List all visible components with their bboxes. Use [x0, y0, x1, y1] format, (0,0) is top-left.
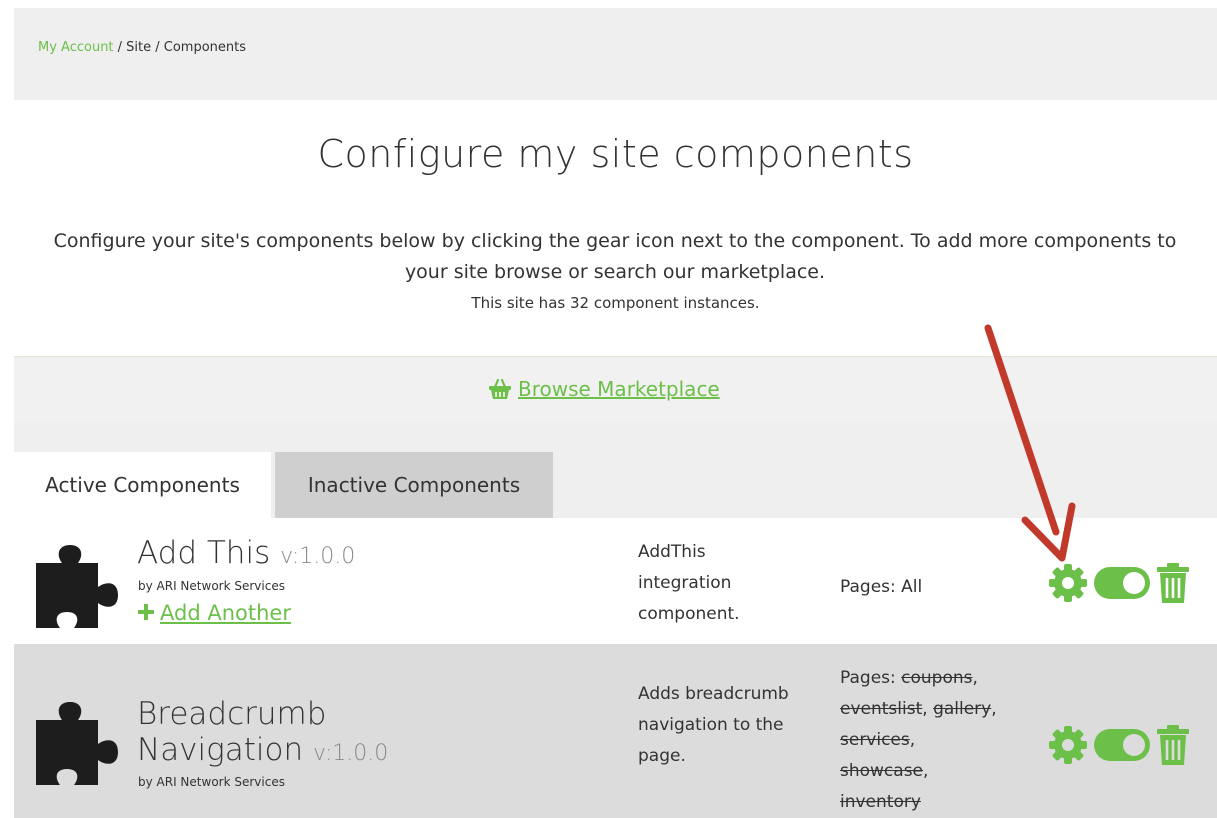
- component-name: Breadcrumb Navigation v:1.0.0: [137, 696, 389, 768]
- trash-icon[interactable]: [1155, 724, 1191, 770]
- add-another-button[interactable]: Add Another: [138, 601, 291, 625]
- tab-inactive-components[interactable]: Inactive Components: [275, 452, 553, 518]
- toggle-switch[interactable]: [1093, 565, 1151, 605]
- component-actions: [1047, 724, 1191, 770]
- component-pages: Pages: coupons, eventslist, gallery, ser…: [840, 668, 997, 812]
- page-link[interactable]: coupons: [901, 668, 972, 688]
- component-version: v:1.0.0: [280, 544, 356, 569]
- puzzle-piece-icon: [36, 543, 128, 632]
- breadcrumb-my-account-link[interactable]: My Account: [38, 40, 114, 55]
- page-title: Configure my site components: [317, 132, 914, 176]
- toggle-switch[interactable]: [1093, 727, 1151, 767]
- breadcrumb: My Account / Site / Components: [38, 40, 246, 55]
- puzzle-piece-icon: [36, 700, 128, 789]
- component-name: Add This v:1.0.0: [137, 535, 356, 571]
- page-description: Configure your site's components below b…: [53, 230, 1177, 283]
- gear-icon[interactable]: [1047, 724, 1089, 770]
- plus-icon: [138, 601, 154, 625]
- component-description: AddThis integration component.: [638, 542, 740, 624]
- component-actions: [1047, 562, 1191, 608]
- top-strip: [0, 0, 1217, 8]
- page-link[interactable]: inventory: [840, 792, 921, 812]
- basket-icon: [488, 378, 512, 400]
- tab-active-components[interactable]: Active Components: [14, 452, 271, 518]
- component-description: Adds breadcrumb navigation to the page.: [638, 684, 789, 766]
- component-version: v:1.0.0: [313, 741, 389, 766]
- component-author: by ARI Network Services: [138, 579, 285, 593]
- trash-icon[interactable]: [1155, 562, 1191, 608]
- browse-marketplace-button[interactable]: Browse Marketplace: [488, 377, 720, 401]
- page-link[interactable]: showcase: [840, 761, 923, 781]
- gear-icon[interactable]: [1047, 562, 1089, 608]
- page-link[interactable]: services: [840, 730, 910, 750]
- page-link[interactable]: eventslist: [840, 699, 922, 719]
- component-author: by ARI Network Services: [138, 775, 285, 789]
- breadcrumb-rest: / Site / Components: [113, 40, 247, 55]
- instance-count: This site has 32 component instances.: [471, 294, 760, 312]
- page-link[interactable]: gallery: [933, 699, 991, 719]
- component-pages: Pages: All: [840, 577, 923, 597]
- add-another-label: Add Another: [160, 601, 291, 625]
- browse-marketplace-label: Browse Marketplace: [518, 377, 720, 401]
